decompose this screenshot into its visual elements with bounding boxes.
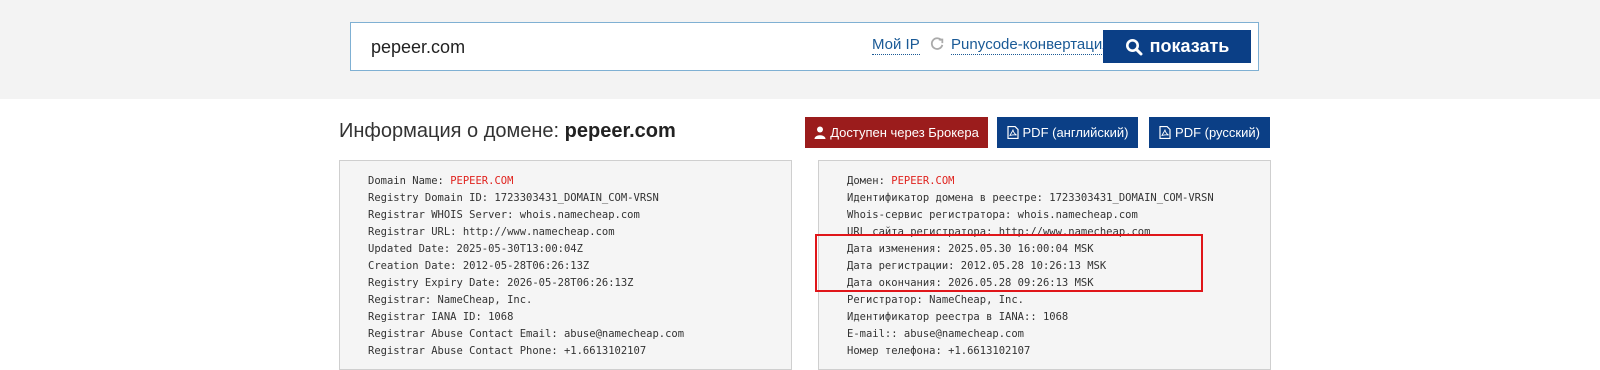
punycode-link[interactable]: Punycode-конвертация [951,36,1111,55]
whois-english-panel: Domain Name: PEPEER.COM Registry Domain … [339,160,792,370]
domain-name-value: PEPEER.COM [891,175,955,187]
whois-line: Updated Date: 2025-05-30T13:00:04Z [368,243,583,255]
search-icon [1125,38,1143,55]
refresh-icon [929,36,947,54]
whois-line: Registrar WHOIS Server: whois.namecheap.… [368,209,640,221]
whois-line: Registry Domain ID: 1723303431_DOMAIN_CO… [368,192,659,204]
show-button[interactable]: показать [1103,30,1251,63]
my-ip-link[interactable]: Мой IP [872,36,920,55]
show-button-label: показать [1149,36,1230,56]
pdf-english-button[interactable]: PDF (английский) [997,117,1138,148]
pdf-icon [1006,126,1019,139]
whois-line: Регистратор: NameCheap, Inc. [847,294,1025,306]
pdf-russian-button[interactable]: PDF (русский) [1149,117,1270,148]
whois-line: Registry Expiry Date: 2026-05-28T06:26:1… [368,277,634,289]
whois-line: Номер телефона: +1.6613102107 [847,345,1031,357]
user-icon [814,126,826,139]
page-title: Информация о домене: pepeer.com [339,120,676,143]
whois-line: Идентификатор реестра в IANA:: 1068 [847,311,1069,323]
dates-highlight-box [815,234,1203,292]
title-domain: pepeer.com [564,120,676,142]
whois-line: Registrar IANA ID: 1068 [368,311,514,323]
whois-line: Creation Date: 2012-05-28T06:26:13Z [368,260,590,272]
title-prefix: Информация о домене: [339,120,560,142]
pdf-icon [1159,126,1171,139]
whois-line: Registrar URL: http://www.namecheap.com [368,226,615,238]
whois-line: Registrar: NameCheap, Inc. [368,294,533,306]
domain-name-label: Домен: [847,175,885,187]
whois-line: Идентификатор домена в реестре: 17233034… [847,192,1214,204]
whois-line: Registrar Abuse Contact Phone: +1.661310… [368,345,647,357]
pdf-russian-label: PDF (русский) [1175,125,1260,140]
broker-button-label: Доступен через Брокера [830,125,979,140]
whois-line: Whois-сервис регистратора: whois.nameche… [847,209,1138,221]
domain-search-input[interactable] [371,35,811,59]
domain-name-label: Domain Name: [368,175,444,187]
whois-line: Домен: PEPEER.COM [847,173,1270,190]
whois-line: Registrar Abuse Contact Email: abuse@nam… [368,328,685,340]
search-box: Мой IP Punycode-конвертация показать [350,22,1259,71]
broker-button[interactable]: Доступен через Брокера [805,117,988,148]
domain-name-value: PEPEER.COM [450,175,514,187]
whois-line: E-mail:: abuse@namecheap.com [847,328,1025,340]
whois-line: Domain Name: PEPEER.COM [368,173,791,190]
pdf-english-label: PDF (английский) [1022,125,1129,140]
